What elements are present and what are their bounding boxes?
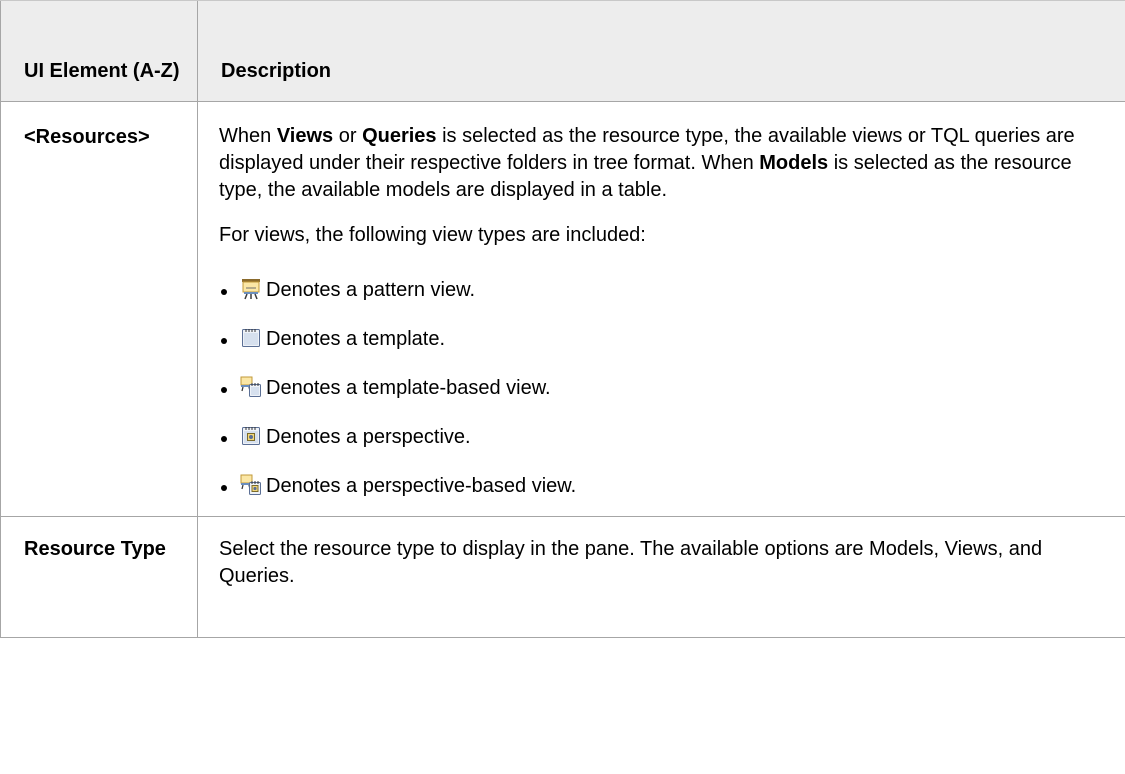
- list-item: Denotes a template-based view.: [219, 375, 1114, 424]
- bullet-dot: [221, 436, 227, 442]
- list-item: Denotes a perspective-based view.: [219, 473, 1114, 516]
- pattern-view-icon: [240, 278, 262, 300]
- view-types-intro: For views, the following view types are …: [219, 224, 646, 246]
- template-based-view-icon: [240, 376, 262, 398]
- description-paragraph: Select the resource type to display in t…: [219, 538, 1043, 587]
- list-item: Denotes a template.: [219, 326, 1114, 375]
- term-cell: Resource Type: [0, 516, 198, 638]
- table-row: Resource Type Select the resource type t…: [0, 516, 1125, 638]
- bullet-dot: [221, 387, 227, 393]
- perspective-icon: [240, 425, 262, 447]
- table-header-row: UI Element (A-Z) Description: [0, 0, 1125, 102]
- term-resources: <Resources>: [24, 126, 150, 148]
- header-description: Description: [197, 0, 1125, 102]
- list-item-text: Denotes a template.: [266, 328, 445, 350]
- list-item-text: Denotes a perspective.: [266, 426, 471, 448]
- header-ui-element: UI Element (A-Z): [0, 0, 198, 102]
- description-cell: Select the resource type to display in t…: [197, 516, 1125, 638]
- description-paragraph: When Views or Queries is selected as the…: [219, 125, 1075, 201]
- list-item-text: Denotes a pattern view.: [266, 279, 476, 301]
- term-cell: <Resources>: [0, 101, 198, 517]
- bullet-dot: [221, 289, 227, 295]
- list-item-text: Denotes a template-based view.: [266, 377, 551, 399]
- list-item: Denotes a pattern view.: [219, 277, 1114, 326]
- description-cell: When Views or Queries is selected as the…: [197, 101, 1125, 517]
- list-item: Denotes a perspective.: [219, 424, 1114, 473]
- bullet-dot: [221, 485, 227, 491]
- template-icon: [240, 327, 262, 349]
- perspective-based-view-icon: [240, 474, 262, 496]
- table-row: <Resources> When Views or Queries is sel…: [0, 101, 1125, 517]
- ui-element-table: UI Element (A-Z) Description <Resources>…: [0, 0, 1125, 638]
- view-types-list: Denotes a pattern view. Denotes a templa…: [219, 277, 1114, 516]
- list-item-text: Denotes a perspective-based view.: [266, 475, 577, 497]
- term-resource-type: Resource Type: [24, 538, 166, 560]
- bullet-dot: [221, 338, 227, 344]
